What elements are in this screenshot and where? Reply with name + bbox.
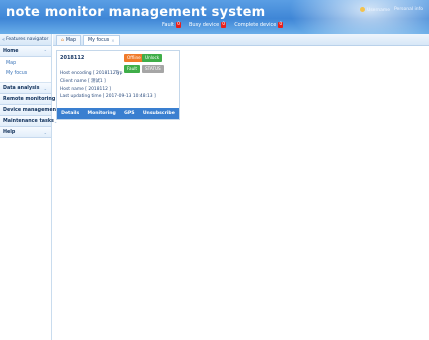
home-submenu: Map My focus — [0, 57, 51, 83]
app-header: note monitor management system Username … — [0, 0, 429, 34]
complete-device-count-badge: 0 — [278, 22, 284, 28]
busy-device-counter[interactable]: Busy device 0 — [189, 22, 227, 28]
tab-my-focus[interactable]: My focus × — [82, 35, 120, 45]
device-info: Host encoding [ 2018112 ] Client name [ … — [60, 70, 156, 101]
personal-info-link[interactable]: Personal info — [394, 7, 423, 13]
fault-count-badge: 0 — [176, 22, 181, 28]
sidebar-title: Features navigator — [6, 37, 49, 42]
busy-device-count-badge: 0 — [221, 22, 227, 28]
chevron-down-icon: ⌄ — [43, 85, 47, 91]
collapse-icon[interactable]: « — [2, 37, 5, 43]
username-link[interactable]: Username — [360, 7, 390, 13]
host-name: Host name [ 2018112 ] — [60, 86, 112, 92]
last-updating-time: Last updating time [ 2017-09-13 10:48:13… — [60, 94, 156, 100]
busy-device-counter-label: Busy device — [189, 22, 220, 28]
menu-group-maintenance-tasks[interactable]: Maintenance tasks ⌄ — [0, 116, 57, 127]
menu-group-label: Data analysis — [3, 85, 40, 91]
menu-group-data-analysis[interactable]: Data analysis ⌄ — [0, 83, 51, 94]
client-name: Client name [ 测试1 ] — [60, 78, 106, 84]
tab-map[interactable]: ⌂ Map — [56, 35, 81, 45]
menu-group-label: Maintenance tasks — [3, 118, 54, 124]
app-title: note monitor management system — [6, 5, 266, 20]
offline-badge: Offline — [124, 54, 144, 62]
gps-button[interactable]: GPS — [124, 111, 134, 116]
user-icon — [360, 7, 366, 12]
type-label: Typ — [115, 71, 123, 76]
menu-item-map[interactable]: Map — [6, 59, 51, 69]
monitoring-button[interactable]: Monitoring — [88, 111, 116, 116]
device-title: 2018112 — [60, 55, 85, 61]
fault-counter[interactable]: Fault 0 — [162, 22, 181, 28]
menu-group-label: Device management — [3, 107, 59, 113]
unsubscribe-button[interactable]: Unsubscribe — [143, 111, 175, 116]
card-actions: Details Monitoring GPS Unsubscribe — [57, 108, 179, 119]
menu-group-device-management[interactable]: Device management ⌄ — [0, 105, 62, 116]
menu-group-help[interactable]: Help ⌄ — [0, 127, 51, 138]
chevron-down-icon: ⌄ — [43, 129, 47, 135]
menu-group-label: Help — [3, 129, 16, 135]
map-icon: ⌂ — [61, 38, 64, 43]
tab-bar: ⌂ Map My focus × — [53, 34, 429, 46]
complete-device-counter-label: Complete device — [234, 22, 277, 28]
device-card: 2018112 Offline Unlock Fault STATUS Host… — [56, 50, 180, 120]
sidebar-header: « Features navigator — [0, 34, 51, 46]
chevron-up-icon: ⌃ — [43, 48, 47, 54]
tab-label: My focus — [87, 38, 110, 43]
menu-group-label: Remote monitoring — [3, 96, 56, 102]
complete-device-counter[interactable]: Complete device 0 — [234, 22, 284, 28]
menu-group-remote-monitoring[interactable]: Remote monitoring ⌄ — [0, 94, 59, 105]
close-icon[interactable]: × — [111, 38, 114, 43]
menu-group-home[interactable]: Home ⌃ — [0, 46, 51, 57]
user-area: Username Personal info — [360, 7, 423, 13]
menu-group-label: Home — [3, 48, 19, 54]
unlock-badge: Unlock — [142, 54, 163, 62]
username-label: Username — [367, 8, 390, 13]
sidebar: « Features navigator Home ⌃ Map My focus… — [0, 34, 62, 340]
menu-item-my-focus[interactable]: My focus — [6, 69, 51, 79]
status-counters: Fault 0 Busy device 0 Complete device 0 — [162, 22, 284, 28]
details-button[interactable]: Details — [61, 111, 79, 116]
host-encoding: Host encoding [ 2018112 ] — [60, 71, 119, 76]
tab-label: Map — [65, 38, 76, 43]
fault-counter-label: Fault — [162, 22, 174, 28]
